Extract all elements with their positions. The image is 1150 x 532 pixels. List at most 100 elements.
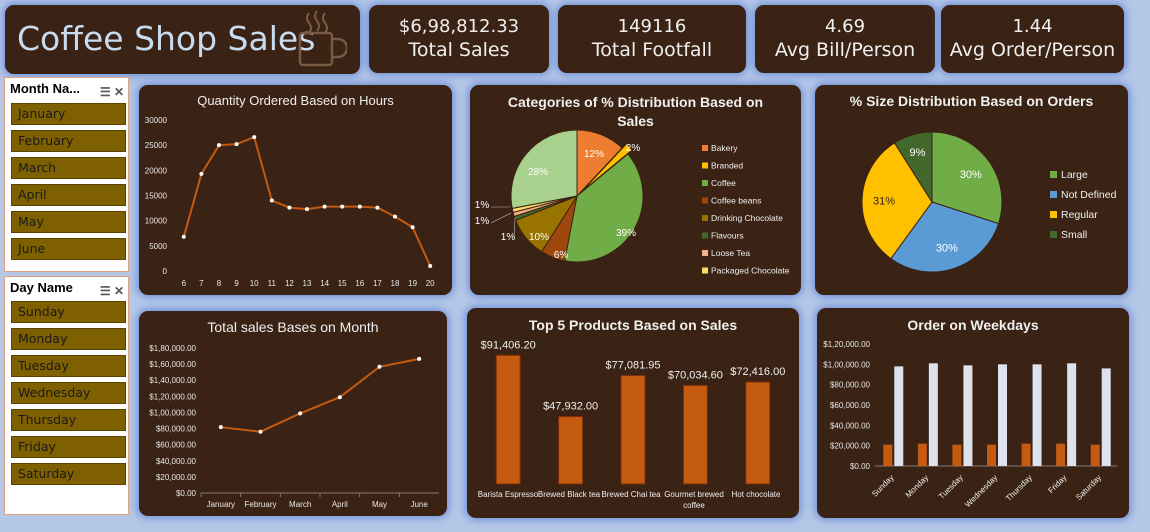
slicer-title: Day Name [10,280,73,295]
bar [952,444,962,466]
legend-swatch [1050,231,1057,238]
slicer-header: Day Name ☰ ✕ [5,277,128,299]
data-point [410,225,415,230]
x-tick-label: February [244,500,276,509]
slicer-item-may[interactable]: May [11,211,126,233]
slicer-item-tuesday[interactable]: Tuesday [11,355,126,377]
y-tick-label: $1,20,000.00 [823,340,870,349]
slicer-item-april[interactable]: April [11,184,126,206]
slicer-item-monday[interactable]: Monday [11,328,126,350]
data-label: $70,034.60 [668,369,723,381]
x-tick-label: 10 [250,279,259,288]
bar [1067,363,1077,466]
weekdays-chart-card: Order on Weekdays $1,20,000.00 $1,00,000.… [817,308,1129,518]
x-tick-label: 11 [268,279,277,288]
slice-label: 9% [910,147,926,159]
x-tick-label: May [372,500,387,509]
y-tick-label: $1,00,000.00 [823,360,870,369]
slice-label: 1% [475,216,490,227]
legend-label: Branded [711,161,743,171]
series-line [220,357,420,433]
x-tick-label: 14 [320,279,329,288]
y-tick-label: 20000 [145,166,168,175]
bar [1032,364,1042,466]
kpi-avg-bill: 4.69 Avg Bill/Person [755,5,935,73]
kpi-value: 149116 [617,16,687,37]
y-tick-label: $80,000.00 [156,425,197,434]
legend-swatch [702,162,708,169]
data-point [252,135,257,140]
kpi-avg-order: 1.44 Avg Order/Person [941,5,1124,73]
legend-swatch [702,250,708,256]
bar [1056,443,1066,466]
multi-select-icon[interactable]: ☰ [100,85,111,99]
legend-swatch [702,180,708,186]
slicer-item-wednesday[interactable]: Wednesday [11,382,126,404]
slicer-item-february[interactable]: February [11,130,126,152]
multi-select-icon[interactable]: ☰ [100,284,111,298]
legend-swatch [702,215,708,221]
products-bar-chart: $91,406.20 $47,932.00 $77,081.95 $70,034.60… [478,339,786,510]
legend-swatch [1050,171,1057,178]
slicer-item-sunday[interactable]: Sunday [11,301,126,323]
months-line-chart: $1,80,000.00 $1,60,000.00 $1,40,000.00 $1,2… [149,344,439,509]
series-line [182,135,432,267]
kpi-label: Avg Bill/Person [774,39,916,61]
y-tick-label: 10000 [145,217,168,226]
slice-label: 6% [554,250,569,261]
data-point [357,204,362,209]
x-tick-label: 16 [355,279,364,288]
months-chart-card: Total sales Bases on Month $1,80,000.00 $… [139,311,447,516]
bar [894,366,904,466]
legend-swatch [1050,211,1057,218]
slicer-item-saturday[interactable]: Saturday [11,463,126,485]
data-point [337,395,342,400]
x-tick-label: Brewed Chai tea [601,490,661,499]
data-point [322,204,327,209]
kpi-value: $6,98,812.33 [398,16,520,37]
x-tick-label: Hot chocolate [732,490,781,499]
legend-label: Drinking Chocolate [711,213,783,223]
sizes-chart-card: % Size Distribution Based on Orders 30% 3… [815,85,1128,295]
slicer-item-june[interactable]: June [11,238,126,260]
data-label: $77,081.95 [605,359,660,371]
kpi-value: 1.44 [1012,16,1053,37]
slicer-item-january[interactable]: January [11,103,126,125]
legend-label: Loose Tea [711,248,750,258]
clear-filter-icon[interactable]: ✕ [114,284,124,298]
y-tick-label: 25000 [145,141,168,150]
data-label: $72,416.00 [730,366,785,378]
bar [1090,444,1100,466]
slice-label: 31% [873,195,895,207]
month-slicer: Month Na... ☰ ✕ January February March A… [4,77,129,272]
slice-label: 28% [528,167,548,178]
x-tick-label: Thursday [1004,473,1034,503]
kpi-total-sales: $6,98,812.33 Total Sales [369,5,549,73]
bar [963,365,973,466]
slicer-item-march[interactable]: March [11,157,126,179]
x-tick-label: 13 [303,279,312,288]
products-chart-card: Top 5 Products Based on Sales $91,406.20… [467,308,799,518]
legend-label: Not Defined [1061,189,1117,201]
x-tick-label: 9 [234,279,239,288]
kpi-total-footfall: 149116 Total Footfall [558,5,746,73]
data-point [217,143,221,148]
y-tick-label: 30000 [145,116,168,125]
x-tick-label: Monday [904,473,930,499]
clear-filter-icon[interactable]: ✕ [114,85,124,99]
slice-label: 2% [626,143,641,154]
slicer-item-friday[interactable]: Friday [11,436,126,458]
legend-label: Regular [1061,209,1098,221]
y-tick-label: $0.00 [176,489,197,498]
bar [745,381,771,485]
legend-label: Small [1061,229,1087,241]
bar [998,364,1007,466]
x-tick-label: Gourmet brewed coffee [664,490,724,510]
slicer-item-thursday[interactable]: Thursday [11,409,126,431]
x-tick-label: Tuesday [937,473,965,501]
data-point [377,364,382,369]
legend-label: Coffee beans [711,196,761,206]
slicer-header: Month Na... ☰ ✕ [5,78,128,100]
data-point [218,425,223,430]
legend-swatch [1050,191,1057,198]
